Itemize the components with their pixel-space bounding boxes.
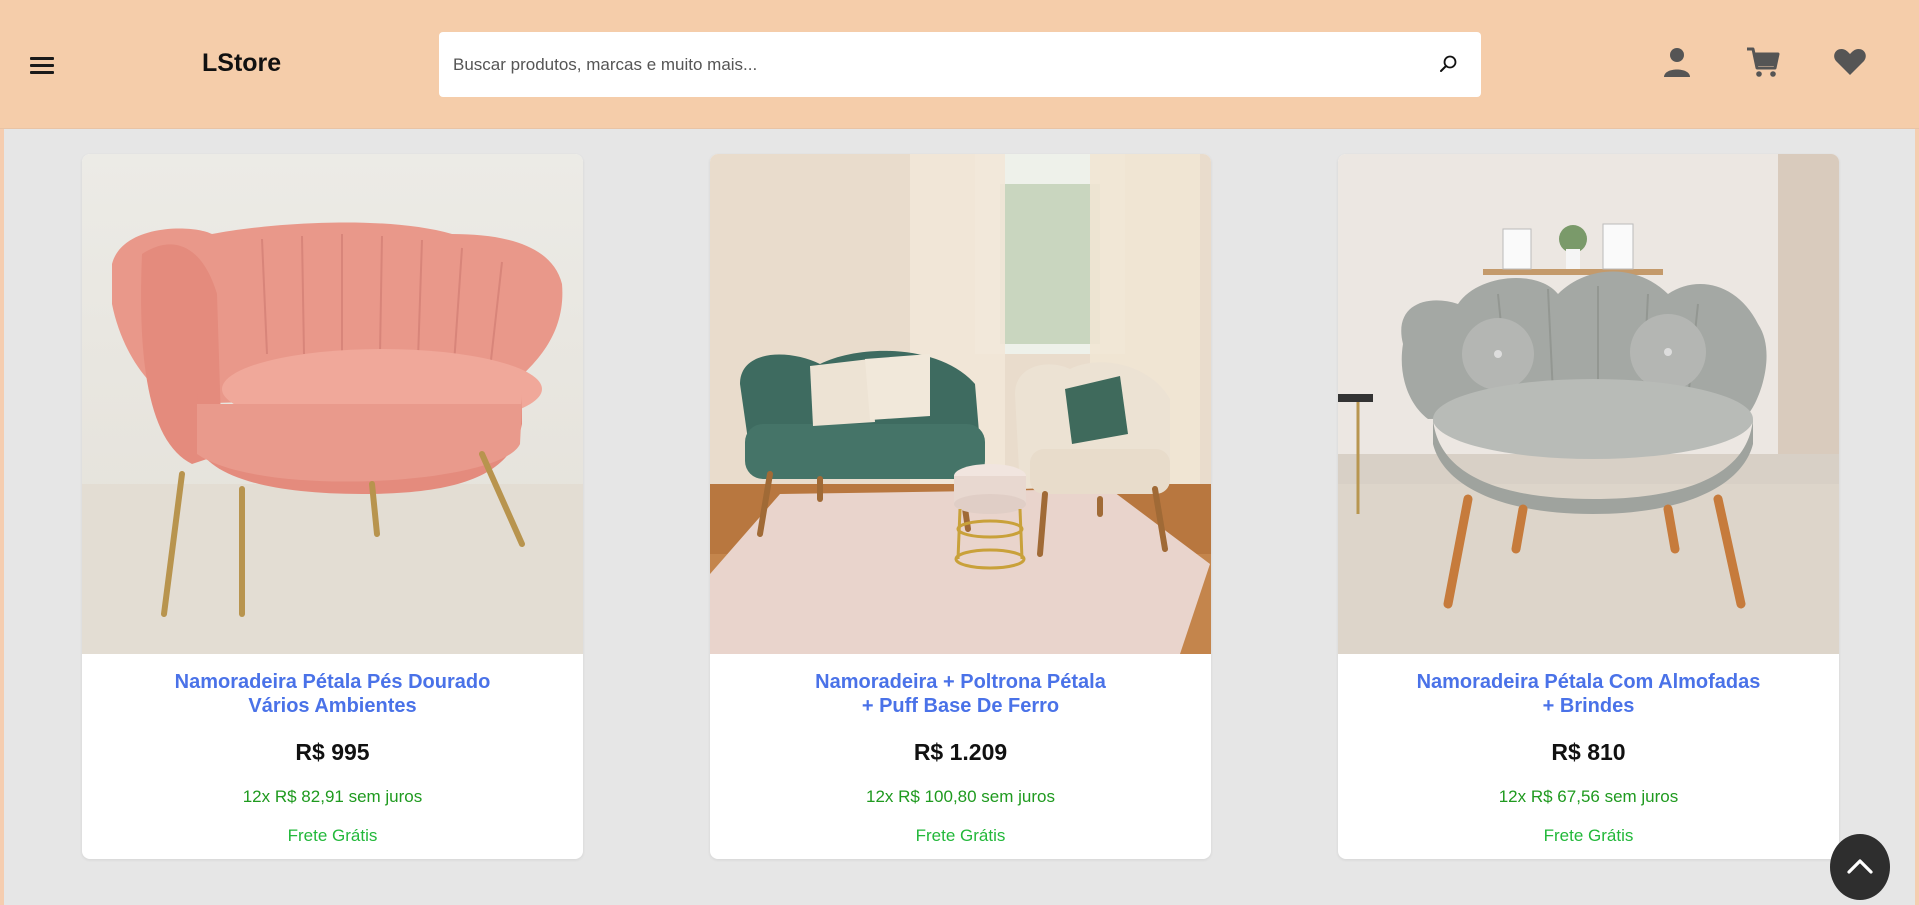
chevron-up-icon (1847, 859, 1873, 874)
product-title-line1: Namoradeira Pétala Com Almofadas (1416, 671, 1761, 693)
product-image[interactable] (1338, 154, 1839, 654)
free-shipping-label: Frete Grátis (915, 826, 1006, 845)
product-price: R$ 995 (295, 739, 370, 765)
cart-icon[interactable] (1745, 44, 1781, 80)
product-card[interactable]: Namoradeira Pétala Com Almofadas + Brind… (1338, 154, 1839, 859)
product-price: R$ 810 (1551, 739, 1626, 765)
menu-icon[interactable] (30, 52, 56, 78)
product-price: R$ 1.209 (913, 739, 1008, 765)
product-title[interactable]: Namoradeira + Poltrona Pétala + Puff Bas… (730, 670, 1191, 718)
product-title-line2: Vários Ambientes (248, 695, 417, 717)
site-header: LStore (0, 0, 1919, 129)
scroll-to-top-button[interactable] (1830, 834, 1890, 900)
product-card[interactable]: Namoradeira + Poltrona Pétala + Puff Bas… (710, 154, 1211, 859)
heart-icon[interactable] (1832, 44, 1868, 80)
product-installments: 12x R$ 82,91 sem juros (242, 787, 423, 806)
product-title[interactable]: Namoradeira Pétala Pés Dourado Vários Am… (102, 670, 563, 718)
product-card[interactable]: Namoradeira Pétala Pés Dourado Vários Am… (82, 154, 583, 859)
product-installments: 12x R$ 67,56 sem juros (1498, 787, 1679, 806)
free-shipping-label: Frete Grátis (1543, 826, 1634, 845)
product-image[interactable] (710, 154, 1211, 654)
store-logo[interactable]: LStore (202, 49, 281, 78)
product-title-line1: Namoradeira Pétala Pés Dourado (174, 671, 491, 693)
product-title[interactable]: Namoradeira Pétala Com Almofadas + Brind… (1358, 670, 1819, 718)
product-image[interactable] (82, 154, 583, 654)
free-shipping-label: Frete Grátis (287, 826, 378, 845)
product-title-line2: + Puff Base De Ferro (861, 695, 1060, 717)
product-installments: 12x R$ 100,80 sem juros (866, 787, 1055, 806)
user-icon[interactable] (1659, 44, 1695, 80)
search-input[interactable] (453, 32, 1413, 97)
product-title-line2: + Brindes (1542, 695, 1635, 717)
search-icon[interactable] (1437, 52, 1461, 76)
product-title-line1: Namoradeira + Poltrona Pétala (815, 671, 1106, 693)
search-bar (439, 32, 1481, 97)
